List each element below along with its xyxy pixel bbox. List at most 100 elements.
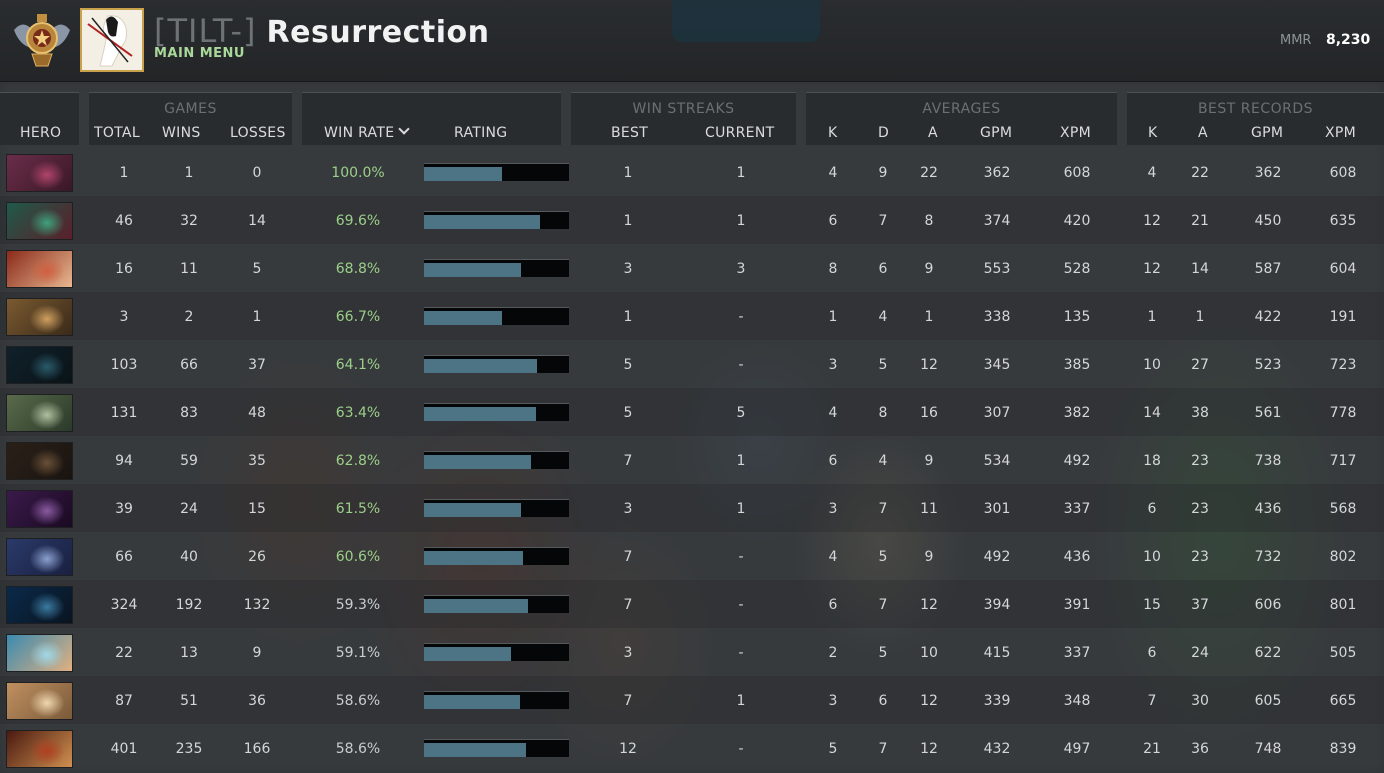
mmr-value: 8,230 <box>1326 32 1371 48</box>
table-row[interactable]: 94 59 35 62.8% 7 1 6 4 9 534 492 18 23 738 717 <box>0 436 1384 484</box>
cell-best-gpm: 622 <box>1254 645 1282 661</box>
cell-wins: 51 <box>180 693 198 709</box>
cell-streak-best: 3 <box>623 501 633 517</box>
table-row[interactable]: 3 2 1 66.7% 1 - 1 4 1 338 135 1 1 422 191 <box>0 292 1384 340</box>
cell-wins: 235 <box>175 741 203 757</box>
cell-streak-current: - <box>738 357 744 373</box>
cell-best-a: 1 <box>1195 309 1205 325</box>
table-row[interactable]: 87 51 36 58.6% 7 1 3 6 12 339 348 7 30 605 665 <box>0 676 1384 724</box>
main-menu-link[interactable]: MAIN MENU <box>154 46 245 61</box>
cell-best-xpm: 723 <box>1329 357 1357 373</box>
cell-avg-xpm: 528 <box>1063 261 1091 277</box>
cell-best-xpm: 604 <box>1329 261 1357 277</box>
hero-portrait[interactable] <box>6 682 73 720</box>
cell-best-gpm: 362 <box>1254 165 1282 181</box>
cell-avg-k: 8 <box>828 261 838 277</box>
cell-avg-a: 8 <box>924 213 934 229</box>
column-header-avg-gpm[interactable]: GPM <box>980 125 1012 141</box>
column-header-streak-best[interactable]: BEST <box>611 125 648 141</box>
column-header-best-a[interactable]: A <box>1198 125 1208 141</box>
cell-avg-gpm: 345 <box>983 357 1011 373</box>
column-header-losses[interactable]: LOSSES <box>230 125 286 141</box>
cell-avg-d: 5 <box>878 357 888 373</box>
column-header-hero[interactable]: HERO <box>20 125 61 141</box>
hero-portrait[interactable] <box>6 250 73 288</box>
column-header-avg-a[interactable]: A <box>928 125 938 141</box>
column-group-winrate: WIN RATE RATING <box>302 92 561 145</box>
cell-avg-k: 6 <box>828 213 838 229</box>
hero-portrait[interactable] <box>6 586 73 624</box>
avatar[interactable] <box>80 8 144 72</box>
table-row[interactable]: 1 1 0 100.0% 1 1 4 9 22 362 608 4 22 362 608 <box>0 148 1384 196</box>
column-header-streak-current[interactable]: CURRENT <box>705 125 774 141</box>
table-row[interactable]: 401 235 166 58.6% 12 - 5 7 12 432 497 21 36 748 839 <box>0 724 1384 772</box>
cell-streak-current: 3 <box>736 261 746 277</box>
column-header-total[interactable]: TOTAL <box>94 125 140 141</box>
hero-portrait[interactable] <box>6 394 73 432</box>
cell-best-a: 27 <box>1191 357 1209 373</box>
column-header-best-k[interactable]: K <box>1148 125 1157 141</box>
profile-header: [TILT-] Resurrection MAIN MENU MMR 8,230 <box>0 0 1384 82</box>
cell-win-rate: 100.0% <box>331 165 385 181</box>
cell-win-rate: 64.1% <box>335 357 381 373</box>
cell-total: 22 <box>115 645 133 661</box>
hero-portrait[interactable] <box>6 490 73 528</box>
hero-portrait[interactable] <box>6 154 73 192</box>
cell-avg-xpm: 337 <box>1063 501 1091 517</box>
cell-avg-d: 6 <box>878 693 888 709</box>
hero-portrait[interactable] <box>6 442 73 480</box>
table-row[interactable]: 66 40 26 60.6% 7 - 4 5 9 492 436 10 23 732 802 <box>0 532 1384 580</box>
rating-bar <box>424 691 569 709</box>
cell-streak-current: - <box>738 309 744 325</box>
clan-tag: [TILT-] <box>154 12 257 50</box>
cell-avg-a: 9 <box>924 453 934 469</box>
cell-avg-a: 12 <box>920 357 938 373</box>
cell-avg-xpm: 391 <box>1063 597 1091 613</box>
hero-portrait[interactable] <box>6 202 73 240</box>
table-row[interactable]: 46 32 14 69.6% 1 1 6 7 8 374 420 12 21 450 635 <box>0 196 1384 244</box>
cell-streak-current: 1 <box>736 453 746 469</box>
cell-avg-k: 3 <box>828 501 838 517</box>
hero-portrait[interactable] <box>6 730 73 768</box>
table-row[interactable]: 103 66 37 64.1% 5 - 3 5 12 345 385 10 27 523 723 <box>0 340 1384 388</box>
cell-streak-current: 1 <box>736 213 746 229</box>
cell-avg-a: 12 <box>920 741 938 757</box>
column-header-rating[interactable]: RATING <box>454 125 507 141</box>
column-header-avg-k[interactable]: K <box>828 125 837 141</box>
column-header-avg-d[interactable]: D <box>878 125 889 141</box>
hero-portrait[interactable] <box>6 346 73 384</box>
table-row[interactable]: 16 11 5 68.8% 3 3 8 6 9 553 528 12 14 587 604 <box>0 244 1384 292</box>
column-header-best-xpm[interactable]: XPM <box>1325 125 1356 141</box>
cell-streak-best: 1 <box>623 309 633 325</box>
column-header-wins[interactable]: WINS <box>162 125 201 141</box>
column-header-avg-xpm[interactable]: XPM <box>1060 125 1091 141</box>
table-row[interactable]: 131 83 48 63.4% 5 5 4 8 16 307 382 14 38 561 778 <box>0 388 1384 436</box>
cell-avg-a: 10 <box>920 645 938 661</box>
cell-losses: 166 <box>243 741 271 757</box>
cell-best-gpm: 523 <box>1254 357 1282 373</box>
rating-bar <box>424 595 569 613</box>
hero-portrait[interactable] <box>6 298 73 336</box>
hero-portrait[interactable] <box>6 634 73 672</box>
cell-win-rate: 59.1% <box>335 645 381 661</box>
cell-total: 103 <box>110 357 138 373</box>
table-row[interactable]: 39 24 15 61.5% 3 1 3 7 11 301 337 6 23 436 568 <box>0 484 1384 532</box>
column-header-best-gpm[interactable]: GPM <box>1251 125 1283 141</box>
cell-streak-best: 7 <box>623 693 633 709</box>
cell-avg-xpm: 382 <box>1063 405 1091 421</box>
column-header-win-rate[interactable]: WIN RATE <box>324 123 411 141</box>
rating-bar-fill <box>424 167 503 181</box>
cell-best-gpm: 605 <box>1254 693 1282 709</box>
rank-medal-icon[interactable] <box>10 8 74 72</box>
cell-total: 16 <box>115 261 133 277</box>
cell-win-rate: 66.7% <box>335 309 381 325</box>
table-row[interactable]: 324 192 132 59.3% 7 - 6 7 12 394 391 15 37 606 801 <box>0 580 1384 628</box>
hero-portrait[interactable] <box>6 538 73 576</box>
cell-avg-d: 4 <box>878 453 888 469</box>
cell-streak-best: 12 <box>619 741 637 757</box>
table-row[interactable]: 22 13 9 59.1% 3 - 2 5 10 415 337 6 24 622 505 <box>0 628 1384 676</box>
column-group-win-streaks: WIN STREAKS BEST CURRENT <box>571 92 796 145</box>
win-rate-label: WIN RATE <box>324 125 395 141</box>
cell-avg-xpm: 420 <box>1063 213 1091 229</box>
cell-total: 131 <box>110 405 138 421</box>
